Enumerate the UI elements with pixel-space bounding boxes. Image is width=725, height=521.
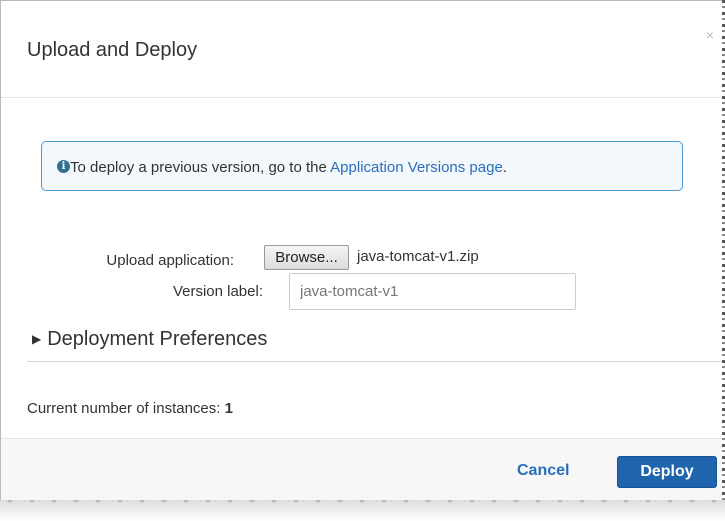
- browse-button[interactable]: Browse...: [264, 245, 349, 270]
- upload-deploy-dialog: Upload and Deploy × i To deploy a previo…: [0, 0, 724, 502]
- application-versions-link[interactable]: Application Versions page: [330, 159, 503, 176]
- alert-text: To deploy a previous version, go to the …: [70, 159, 507, 176]
- instance-count-value: 1: [224, 400, 233, 417]
- close-icon[interactable]: ×: [706, 27, 714, 43]
- cancel-button[interactable]: Cancel: [517, 462, 569, 480]
- instance-count: Current number of instances: 1: [27, 400, 233, 417]
- deployment-preferences-label: Deployment Preferences: [47, 328, 268, 350]
- info-circle-icon: i: [57, 160, 70, 173]
- selected-file-name: java-tomcat-v1.zip: [357, 248, 479, 265]
- section-divider: [27, 361, 723, 362]
- alert-text-before: To deploy a previous version, go to the: [70, 159, 331, 176]
- deploy-button[interactable]: Deploy: [617, 456, 717, 488]
- version-label-input[interactable]: [289, 273, 576, 310]
- caret-right-icon: ▶: [32, 332, 42, 346]
- version-label-label: Version label:: [172, 283, 263, 300]
- instance-count-label: Current number of instances:: [27, 400, 225, 417]
- dialog-footer: Cancel Deploy: [1, 438, 723, 502]
- alert-text-after: .: [502, 159, 507, 176]
- info-alert: i To deploy a previous version, go to th…: [41, 141, 683, 191]
- dialog-header: Upload and Deploy ×: [1, 1, 723, 98]
- upload-application-label: Upload application:: [106, 252, 234, 269]
- torn-edge-bottom: [0, 500, 725, 521]
- dialog-title: Upload and Deploy: [27, 39, 198, 61]
- deployment-preferences-toggle[interactable]: ▶ Deployment Preferences: [32, 328, 267, 351]
